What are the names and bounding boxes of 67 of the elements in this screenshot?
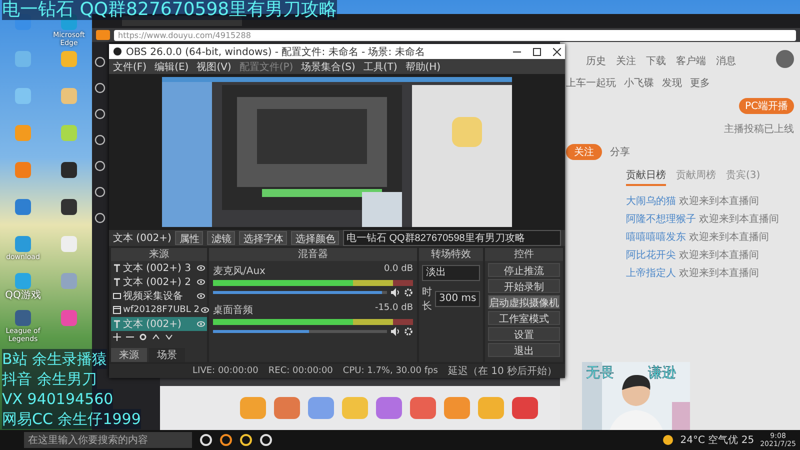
toolbar-button[interactable]: 滤镜 [207, 230, 236, 245]
duration-field[interactable]: 300 ms [435, 290, 480, 307]
shortcut-link[interactable]: 更多 [690, 76, 710, 90]
transition-dropdown[interactable]: 淡出 [422, 264, 480, 281]
status-text: REC: 00:00:00 [268, 366, 333, 376]
chat-message: 嘻嘻嘻嘻发东 欢迎来到本直播间 [626, 230, 770, 244]
menu-item[interactable]: 视图(V) [196, 60, 232, 74]
overlay-caption: VX 940194560 [2, 389, 114, 409]
shortcut-link[interactable]: 上车一起玩 [566, 76, 616, 90]
menu-item[interactable]: 文件(F) [113, 60, 147, 74]
dock-tab[interactable]: 场景 [149, 348, 185, 362]
toolbar-button[interactable]: 选择字体 [239, 230, 288, 245]
source-item[interactable]: 视频采集设备 [111, 288, 207, 303]
status-text: LIVE: 00:00:00 [192, 366, 258, 376]
dock-title: 转场特效 [419, 248, 484, 261]
notice-text: 主播投稿已上线 [723, 122, 794, 136]
chat-message: 上帝指定人 欢迎来到本直播间 [626, 266, 760, 280]
channel-name: 麦克风/Aux [213, 264, 266, 278]
control-button[interactable]: 停止推流 [488, 262, 560, 277]
chat-message: 大闹乌的猫 欢迎来到本直播间 [626, 194, 760, 208]
nav-link[interactable]: 历史 [586, 54, 606, 68]
control-button[interactable]: 设置 [488, 326, 560, 341]
overlay-caption: 无畏 [586, 364, 614, 382]
control-button[interactable]: 开始录制 [488, 278, 560, 293]
menu-item[interactable]: 场景集合(S) [301, 60, 356, 74]
chat-message: 阿隆不想理猴子 欢迎来到本直播间 [626, 212, 780, 226]
window-title: OBS 26.0.0 (64-bit, windows) - 配置文件: 未命名 - 场景: 未命名 [126, 46, 425, 59]
dock-title: 控件 [485, 248, 564, 261]
nav-link[interactable]: 消息 [716, 54, 736, 68]
control-button[interactable]: 工作室模式 [488, 310, 560, 325]
control-button[interactable]: 退出 [488, 342, 560, 357]
channel-name: 桌面音频 [213, 304, 253, 317]
share-link[interactable]: 分享 [610, 145, 630, 159]
source-name: 文本 (002+) [113, 232, 172, 245]
source-item[interactable]: wf20128F7UBL 2 [111, 302, 207, 317]
control-button[interactable]: 启动虚拟摄像机 [488, 294, 560, 309]
menu-item[interactable]: 工具(T) [363, 60, 398, 74]
toolbar-button[interactable]: 属性 [175, 230, 204, 245]
dock-title: 混音器 [209, 248, 417, 261]
overlay-caption: B站 余生录播猿 [2, 349, 108, 369]
toolbar-button[interactable]: 选择颜色 [291, 230, 340, 245]
nav-link[interactable]: 下载 [646, 54, 666, 68]
nav-link[interactable]: 关注 [616, 54, 636, 68]
volume-reading: -15.0 dB [374, 302, 413, 315]
overlay-caption: 网易CC 余生仔1999 [2, 409, 141, 429]
shortcut-link[interactable]: 小飞碟 [624, 76, 654, 90]
overlay-caption: 谦逊 [648, 364, 676, 382]
overlay-caption: 电一钻石 QQ群827670598里有男刀攻略 [2, 0, 338, 20]
nav-link[interactable]: 客户端 [676, 54, 706, 68]
status-text: CPU: 1.7%, 30.00 fps [342, 366, 438, 376]
source-item[interactable]: 文本 (002+) 2 [111, 274, 207, 289]
address-field[interactable]: https://www.douyu.com/4915288 [114, 30, 796, 40]
source-item[interactable]: 文本 (002+) 3 [111, 260, 207, 275]
dock-title: 来源 [111, 248, 207, 261]
menu-item[interactable]: 帮助(H) [405, 60, 441, 74]
shortcut-link[interactable]: 发现 [662, 76, 682, 90]
status-text: 延迟（在 10 秒后开始） [448, 364, 557, 378]
overlay-caption: 抖音 余生男刀 [2, 369, 97, 389]
menu-item[interactable]: 编辑(E) [154, 60, 189, 74]
search-field[interactable]: 在这里输入你要搜索的内容 [24, 432, 192, 448]
text-input-field[interactable]: 电一钻石 QQ群827670598里有男刀攻略 [343, 230, 561, 246]
chat-message: 阿比花开尖 欢迎来到本直播间 [626, 248, 760, 262]
duration-label: 时长 [422, 286, 432, 313]
dock-tab[interactable]: 来源 [111, 348, 147, 362]
ranking-tab[interactable]: 贡献日榜 [626, 168, 666, 186]
volume-reading: 0.0 dB [384, 264, 413, 276]
weather-text: 24°C 空气优 25 [680, 434, 754, 447]
